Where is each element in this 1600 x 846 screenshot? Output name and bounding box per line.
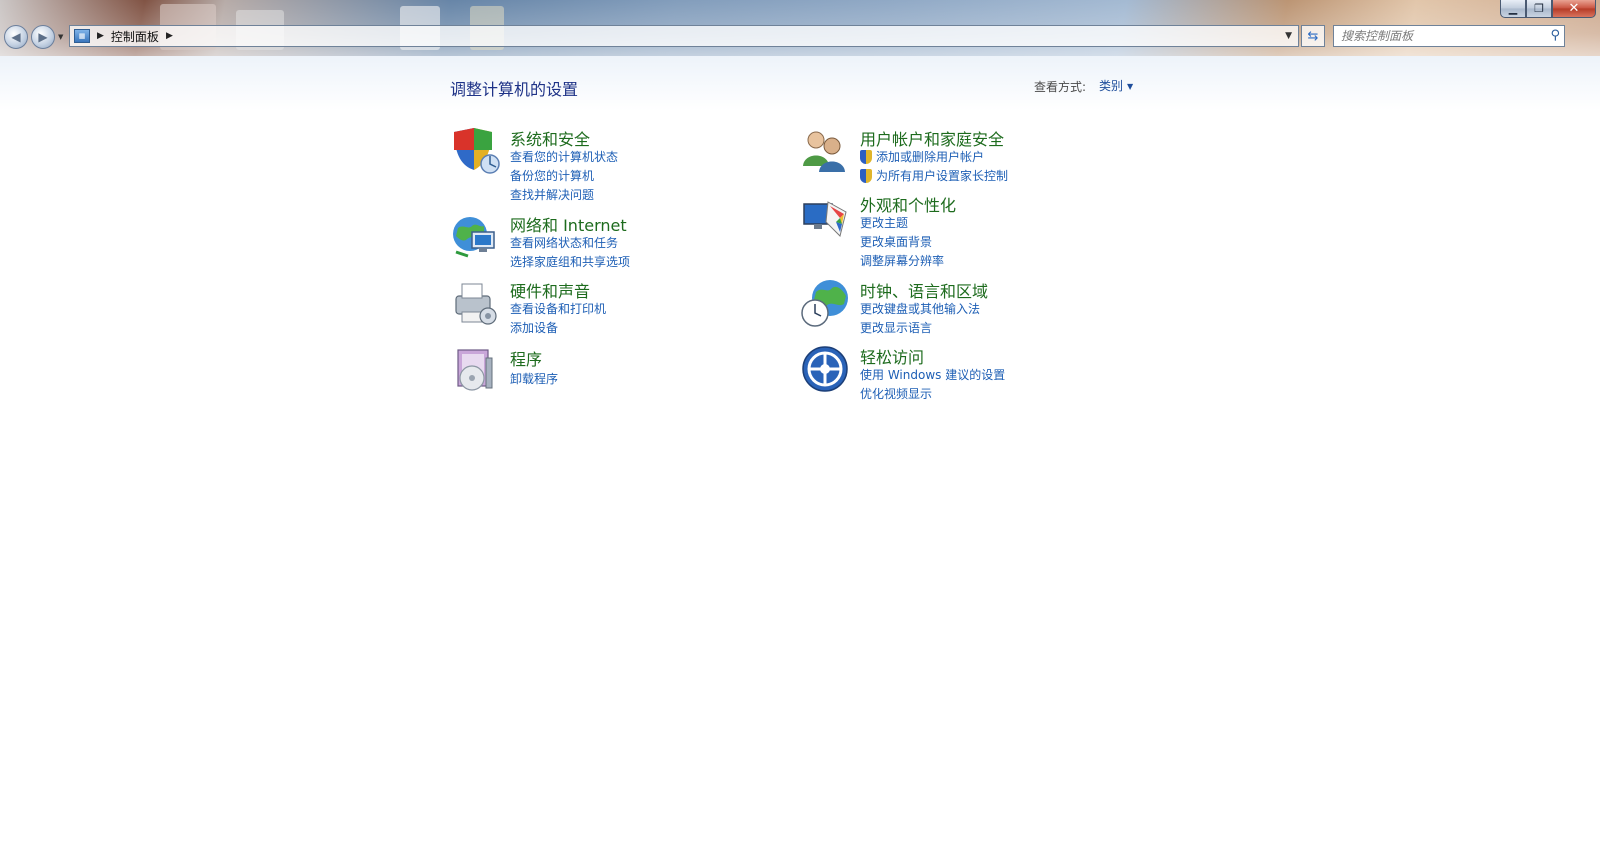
link-troubleshoot[interactable]: 查找并解决问题 <box>510 186 594 203</box>
category-title[interactable]: 系统和安全 <box>510 126 590 150</box>
view-by-dropdown[interactable]: 类别 ▼ <box>1099 77 1133 94</box>
printer-icon <box>455 283 497 325</box>
breadcrumb-control-panel[interactable]: 控制面板 <box>111 28 159 45</box>
link-change-theme[interactable]: 更改主题 <box>860 214 908 231</box>
maximize-button[interactable]: ❐ <box>1526 0 1552 18</box>
chevron-down-icon: ▼ <box>1127 82 1134 91</box>
ease-of-access-icon <box>802 346 848 392</box>
refresh-icon: ⇆ <box>1307 28 1319 44</box>
category-programs: 程序 卸载程序 <box>450 346 750 396</box>
link-add-device[interactable]: 添加设备 <box>510 319 558 336</box>
link-label: 添加或删除用户帐户 <box>876 150 985 164</box>
breadcrumb-separator-icon[interactable]: ▶ <box>166 31 173 41</box>
category-title[interactable]: 外观和个性化 <box>860 192 956 216</box>
arrow-right-icon: ▶ <box>38 30 48 44</box>
link-network-status[interactable]: 查看网络状态和任务 <box>510 234 618 251</box>
chevron-down-icon[interactable]: ▼ <box>1285 31 1292 41</box>
link-label: 为所有用户设置家长控制 <box>876 169 1009 183</box>
uac-shield-icon <box>860 168 872 183</box>
category-title[interactable]: 程序 <box>510 346 542 370</box>
link-windows-recommended-settings[interactable]: 使用 Windows 建议的设置 <box>860 366 1005 383</box>
link-devices-printers[interactable]: 查看设备和打印机 <box>510 300 606 317</box>
link-change-input-method[interactable]: 更改键盘或其他输入法 <box>860 300 980 317</box>
network-globe-icon <box>453 217 495 258</box>
category-system-security: 系统和安全 查看您的计算机状态 备份您的计算机 查找并解决问题 <box>450 126 750 206</box>
minimize-button[interactable]: ▁ <box>1500 0 1526 18</box>
category-network-internet: 网络和 Internet 查看网络状态和任务 选择家庭组和共享选项 <box>450 212 750 272</box>
main-content: 调整计算机的设置 查看方式: 类别 ▼ 系统和安全 查看您的计算机状态 备份您的计… <box>0 56 1600 846</box>
address-bar[interactable]: ▦ ▶ 控制面板 ▶ ▼ <box>69 25 1299 47</box>
link-adjust-resolution[interactable]: 调整屏幕分辨率 <box>860 252 944 269</box>
link-optimize-visual-display[interactable]: 优化视频显示 <box>860 385 932 402</box>
clock-globe-icon <box>801 280 848 327</box>
category-clock-region: 时钟、语言和区域 更改键盘或其他输入法 更改显示语言 <box>800 278 1120 338</box>
link-change-display-language[interactable]: 更改显示语言 <box>860 319 932 336</box>
category-title[interactable]: 时钟、语言和区域 <box>860 278 988 302</box>
link-parental-controls[interactable]: 为所有用户设置家长控制 <box>860 167 1008 184</box>
breadcrumb-separator-icon[interactable]: ▶ <box>97 31 104 41</box>
link-change-desktop-background[interactable]: 更改桌面背景 <box>860 233 932 250</box>
category-hardware-sound: 硬件和声音 查看设备和打印机 添加设备 <box>450 278 750 338</box>
category-title[interactable]: 硬件和声音 <box>510 278 590 302</box>
arrow-left-icon: ◀ <box>11 30 21 44</box>
link-view-computer-status[interactable]: 查看您的计算机状态 <box>510 148 618 165</box>
category-title[interactable]: 轻松访问 <box>860 344 924 368</box>
close-button[interactable]: ✕ <box>1552 0 1596 18</box>
window-controls: ▁ ❐ ✕ <box>1500 0 1596 19</box>
link-add-remove-user[interactable]: 添加或删除用户帐户 <box>860 148 984 165</box>
page-title: 调整计算机的设置 <box>450 80 579 99</box>
search-box[interactable]: ⚲ <box>1333 25 1565 47</box>
search-icon[interactable]: ⚲ <box>1550 28 1560 43</box>
forward-button[interactable]: ▶ <box>31 25 55 49</box>
view-by-label: 查看方式: <box>1034 80 1087 94</box>
category-user-accounts: 用户帐户和家庭安全 添加或删除用户帐户 为所有用户设置家长控制 <box>800 126 1120 186</box>
link-homegroup-sharing[interactable]: 选择家庭组和共享选项 <box>510 253 630 270</box>
appearance-icon <box>803 201 847 237</box>
shield-icon <box>454 128 500 174</box>
users-icon <box>803 131 845 172</box>
category-title[interactable]: 用户帐户和家庭安全 <box>860 126 1004 150</box>
link-uninstall-program[interactable]: 卸载程序 <box>510 370 558 387</box>
back-button[interactable]: ◀ <box>4 25 28 49</box>
view-by-value: 类别 <box>1099 79 1124 93</box>
refresh-button[interactable]: ⇆ <box>1301 25 1325 47</box>
recent-pages-dropdown[interactable]: ▼ <box>58 33 63 41</box>
uac-shield-icon <box>860 149 872 164</box>
programs-icon <box>457 349 493 391</box>
category-appearance: 外观和个性化 更改主题 更改桌面背景 调整屏幕分辨率 <box>800 192 1120 272</box>
category-ease-of-access: 轻松访问 使用 Windows 建议的设置 优化视频显示 <box>800 344 1120 404</box>
category-title[interactable]: 网络和 Internet <box>510 212 627 236</box>
control-panel-icon: ▦ <box>74 29 90 43</box>
search-input[interactable] <box>1339 28 1543 44</box>
link-backup-computer[interactable]: 备份您的计算机 <box>510 167 594 184</box>
